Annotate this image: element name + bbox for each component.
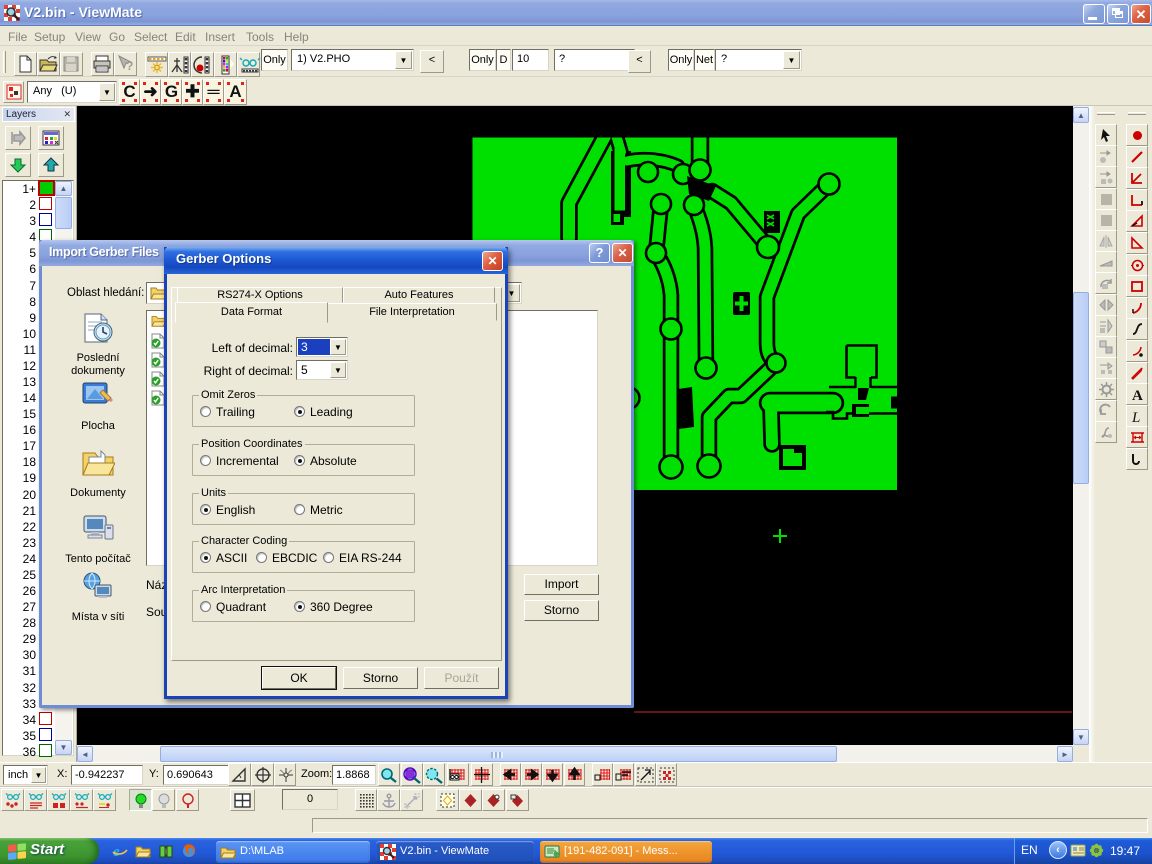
svg-text:?: ? — [126, 59, 133, 73]
svg-text:L: L — [1131, 410, 1140, 425]
svg-text:A: A — [1132, 388, 1143, 403]
svg-text:e: e — [113, 844, 120, 859]
